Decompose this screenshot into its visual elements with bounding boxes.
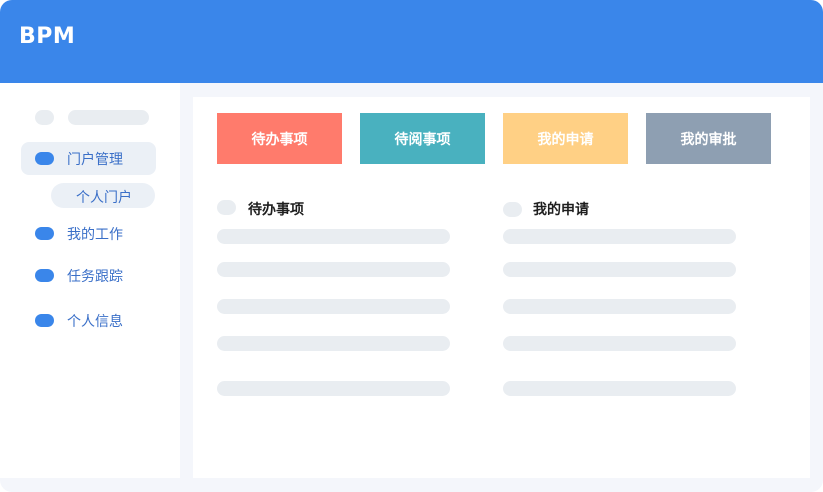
sidebar-item-label: 门户管理 — [67, 152, 123, 168]
tile-label: 我的审批 — [680, 131, 737, 148]
list-item[interactable] — [217, 229, 450, 244]
tile-label: 待办事项 — [251, 131, 308, 148]
sidebar-item-label: 任务跟踪 — [67, 269, 123, 285]
sidebar-subitem-personal-portal[interactable]: 个人门户 — [51, 183, 155, 208]
list-title-my-applications: 我的申请 — [533, 202, 589, 218]
list-item[interactable] — [217, 299, 450, 314]
list-item[interactable] — [217, 381, 450, 396]
sidebar-item-portal-management[interactable]: 门户管理 — [21, 142, 156, 175]
list-item[interactable] — [503, 381, 736, 396]
brand-logo: BPM — [19, 24, 76, 49]
app-window: BPM 门户管理 我的工作 任务跟踪 个人信息 个人门户 待办事项 待阅事项 我… — [0, 0, 823, 492]
tile-todo[interactable]: 待办事项 — [217, 113, 342, 164]
sidebar-item-my-work[interactable]: 我的工作 — [21, 217, 156, 250]
menu-dot-icon — [35, 152, 54, 165]
sidebar-item-task-tracking[interactable]: 任务跟踪 — [21, 259, 156, 292]
username-placeholder — [68, 110, 149, 125]
tile-my-approvals[interactable]: 我的审批 — [646, 113, 771, 164]
sidebar-item-label: 个人信息 — [67, 314, 123, 330]
menu-dot-icon — [35, 269, 54, 282]
sidebar: 门户管理 我的工作 任务跟踪 个人信息 — [0, 83, 180, 478]
top-header: BPM — [0, 0, 823, 83]
sidebar-item-label: 我的工作 — [67, 227, 123, 243]
tile-my-applications[interactable]: 我的申请 — [503, 113, 628, 164]
list-item[interactable] — [503, 336, 736, 351]
list-title-todo: 待办事项 — [248, 202, 304, 218]
list-icon-placeholder — [217, 200, 236, 215]
avatar-placeholder — [35, 110, 54, 125]
sidebar-item-personal-info[interactable]: 个人信息 — [21, 304, 156, 337]
sidebar-subitem-label: 个人门户 — [76, 190, 132, 206]
list-icon-placeholder — [503, 202, 522, 217]
list-item[interactable] — [503, 299, 736, 314]
tile-label: 待阅事项 — [394, 131, 451, 148]
list-item[interactable] — [503, 229, 736, 244]
menu-dot-icon — [35, 314, 54, 327]
list-item[interactable] — [217, 262, 450, 277]
tile-label: 我的申请 — [537, 131, 594, 148]
list-item[interactable] — [217, 336, 450, 351]
tile-to-read[interactable]: 待阅事项 — [360, 113, 485, 164]
list-item[interactable] — [503, 262, 736, 277]
menu-dot-icon — [35, 227, 54, 240]
